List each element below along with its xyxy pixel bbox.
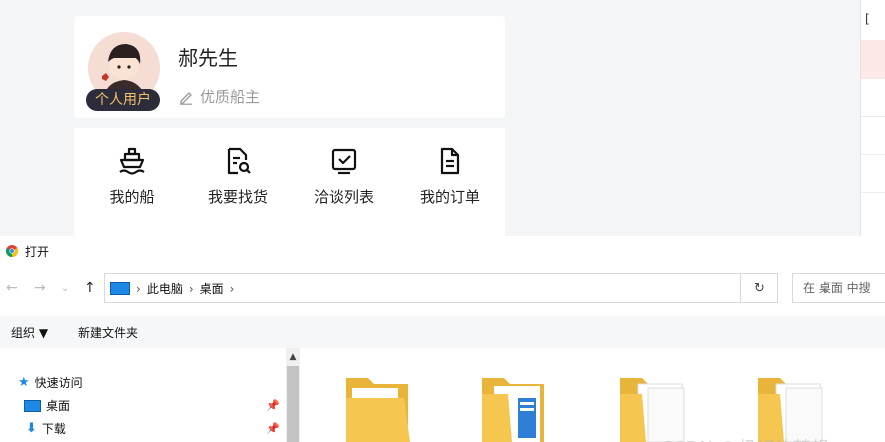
file-list-pane	[300, 348, 885, 442]
nav-item-label: 桌面	[46, 399, 71, 413]
folder-item[interactable]	[756, 368, 824, 442]
menu-label: 洽谈列表	[313, 188, 374, 206]
divider	[861, 78, 885, 79]
breadcrumb-separator-icon[interactable]: ›	[230, 282, 235, 296]
nav-item-desktop[interactable]: 桌面	[24, 397, 70, 414]
desktop-icon	[24, 399, 41, 412]
ship-icon	[82, 146, 182, 176]
refresh-icon: ↻	[754, 280, 765, 296]
breadcrumb-item[interactable]: 此电脑	[147, 280, 183, 297]
folder-icon	[346, 378, 410, 442]
edit-pencil-icon[interactable]	[178, 89, 194, 105]
folder-item[interactable]	[344, 368, 412, 442]
recent-chevron-icon[interactable]: ⌄	[61, 283, 69, 294]
checkbox-icon	[294, 146, 394, 176]
scrollbar-thumb[interactable]	[287, 366, 299, 442]
address-bar: ← → ⌄ ↑ › 此电脑 › 桌面 › ⌄ ↻ 在 桌面 中搜	[0, 270, 885, 310]
menu-label: 我的订单	[419, 188, 480, 206]
highlighted-row[interactable]	[861, 40, 885, 78]
breadcrumb-item[interactable]: 桌面	[200, 280, 224, 297]
up-arrow-icon[interactable]: ↑	[84, 280, 96, 296]
folder-icon	[758, 378, 823, 442]
back-arrow-icon[interactable]: ←	[6, 280, 18, 296]
nav-item-label: 下载	[41, 422, 66, 436]
right-table-header: [	[865, 12, 870, 26]
breadcrumb-separator-icon[interactable]: ›	[136, 282, 141, 296]
nav-scrollbar[interactable]: ▲	[286, 348, 300, 442]
folder-item[interactable]	[480, 368, 548, 442]
divider	[861, 192, 885, 193]
folder-item[interactable]	[618, 368, 686, 442]
cargo-search-icon	[188, 146, 288, 176]
divider	[861, 116, 885, 117]
dialog-toolbar: 组织 ▼ 新建文件夹	[0, 316, 885, 348]
search-input[interactable]: 在 桌面 中搜	[792, 273, 885, 303]
pin-icon[interactable]: 📌	[266, 422, 280, 435]
pin-icon[interactable]: 📌	[266, 399, 280, 412]
star-icon: ★	[18, 375, 30, 390]
path-box[interactable]: › 此电脑 › 桌面 › ⌄	[104, 273, 830, 303]
dialog-titlebar: 打开	[0, 236, 885, 266]
menu-label: 我要找货	[207, 188, 268, 206]
order-doc-icon	[400, 146, 500, 176]
nav-item-quick-access[interactable]: ★ 快速访问	[18, 374, 83, 391]
menu-negotiation-list[interactable]: 洽谈列表	[294, 128, 394, 236]
open-file-dialog: 打开 ← → ⌄ ↑ › 此电脑 › 桌面 › ⌄ ↻ 在 桌面 中搜 组织 ▼…	[0, 236, 885, 442]
dialog-title: 打开	[25, 244, 50, 259]
right-table-panel: [	[860, 0, 885, 236]
divider	[861, 154, 885, 155]
scroll-up-arrow-icon[interactable]: ▲	[286, 348, 300, 366]
nav-item-label: 快速访问	[34, 376, 83, 390]
menu-find-cargo[interactable]: 我要找货	[188, 128, 288, 236]
menu-label: 我的船	[109, 188, 155, 206]
user-name: 郝先生	[178, 46, 238, 70]
user-subtitle: 优质船主	[178, 86, 260, 107]
chrome-icon	[5, 242, 19, 261]
folder-icon	[620, 378, 685, 442]
download-icon: ⬇	[26, 421, 37, 436]
user-subtitle-text: 优质船主	[200, 88, 261, 106]
organize-menu-button[interactable]: 组织 ▼	[11, 324, 48, 341]
nav-item-downloads[interactable]: ⬇ 下载	[26, 420, 66, 437]
menu-my-ship[interactable]: 我的船	[82, 128, 182, 236]
profile-card: 个人用户 郝先生 优质船主	[74, 16, 505, 118]
refresh-button[interactable]: ↻	[742, 273, 778, 303]
navigation-pane: ★ 快速访问 桌面 📌 ⬇ 下载 📌 ▲	[0, 348, 300, 442]
watermark: CSDN @极好的梦想	[660, 434, 825, 442]
quick-menu: 我的船 我要找货 洽谈列表 我的订单	[74, 128, 505, 236]
folder-icon	[482, 378, 544, 442]
computer-icon	[110, 282, 130, 295]
forward-arrow-icon[interactable]: →	[34, 280, 46, 296]
menu-my-orders[interactable]: 我的订单	[400, 128, 500, 236]
user-type-badge: 个人用户	[86, 89, 160, 111]
breadcrumb-separator-icon[interactable]: ›	[189, 282, 194, 296]
new-folder-button[interactable]: 新建文件夹	[78, 324, 138, 341]
